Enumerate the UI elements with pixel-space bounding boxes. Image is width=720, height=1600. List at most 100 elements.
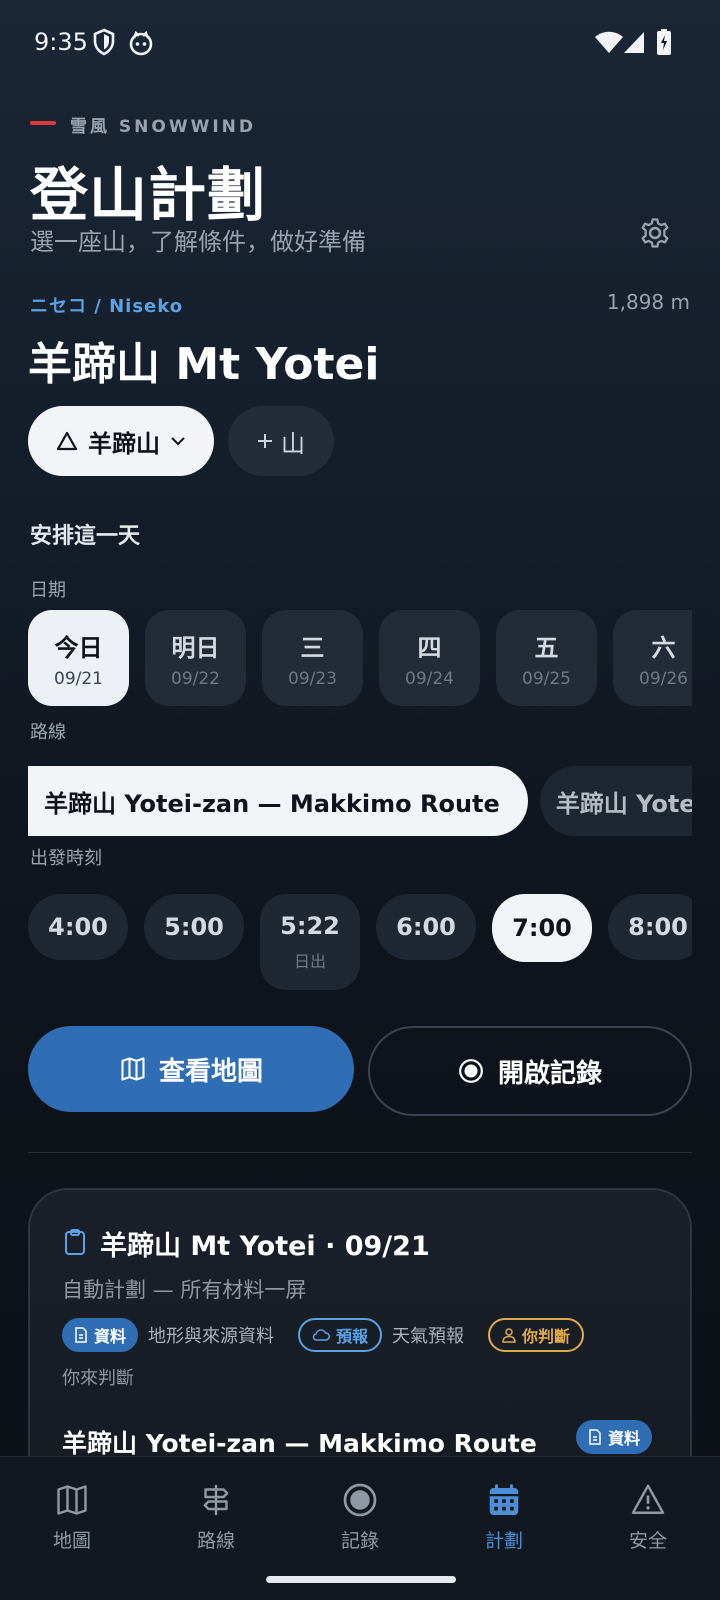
nav-label: 計劃: [484, 1530, 523, 1552]
legend-forecast-text: 天氣預報: [392, 1326, 465, 1347]
date-value: 09/26: [639, 668, 688, 689]
date-chip[interactable]: 六 09/26: [613, 610, 692, 706]
route-chip[interactable]: 羊蹄山 Yotei-zan — Makkimo Route: [28, 766, 528, 836]
signal-icon: [624, 32, 644, 53]
date-day: 五: [534, 633, 559, 662]
date-value: 09/25: [522, 668, 571, 689]
departure-label: 出發時刻: [30, 848, 102, 869]
time-chip[interactable]: 7:00: [492, 894, 592, 962]
forecast-badge: 預報: [298, 1318, 383, 1352]
nav-label: 記錄: [340, 1530, 379, 1552]
settings-button[interactable]: [622, 200, 688, 266]
nav-label: 路線: [196, 1530, 235, 1552]
route-badge-label: 資料: [608, 1429, 641, 1448]
mountain-triangle-icon: [56, 431, 78, 451]
date-chip[interactable]: 今日 09/21: [28, 610, 129, 706]
nav-label: 地圖: [52, 1530, 91, 1552]
route-data-badge: 資料: [576, 1420, 653, 1454]
battery-charging-icon: [657, 29, 671, 55]
person-icon: [502, 1328, 516, 1343]
plan-card-route-title: 羊蹄山 Yotei-zan — Makkimo Route: [62, 1429, 537, 1458]
date-selector: 今日 09/21 明日 09/22 三 09/23 四 09/24 五 09/2…: [28, 610, 692, 708]
map-icon: [121, 1057, 145, 1081]
route-selector: 羊蹄山 Yotei-zan — Makkimo Route 羊蹄山 Yotei-…: [28, 766, 692, 836]
time-chip[interactable]: 5:22 日出: [260, 894, 360, 990]
record-icon: [459, 1059, 483, 1083]
departure-time-selector: 4:00 5:00 5:22 日出 6:00 7:00 8:00: [28, 894, 692, 994]
nav-item-map[interactable]: 地圖: [0, 1482, 144, 1553]
date-label: 日期: [30, 580, 66, 601]
section-title: 安排這一天: [30, 524, 141, 549]
gear-icon: [641, 218, 669, 248]
judge-badge-label: 你判斷: [522, 1327, 571, 1346]
data-badge-label: 資料: [94, 1327, 127, 1346]
legend-data-text: 地形與來源資料: [148, 1326, 275, 1347]
record-icon: [343, 1483, 377, 1517]
mountain-selector[interactable]: 羊蹄山: [28, 406, 214, 476]
cloud-icon: [312, 1329, 331, 1341]
elevation-value: 1,898 m: [606, 290, 690, 314]
time-chip[interactable]: 6:00: [376, 894, 476, 960]
route-chip[interactable]: 羊蹄山 Yotei-zan — Hirafu Route: [539, 766, 692, 836]
page-title: 登山計劃: [30, 161, 267, 229]
brand-accent-bar: [30, 121, 56, 125]
nav-item-record[interactable]: 記錄: [288, 1482, 432, 1553]
view-map-label: 查看地圖: [158, 1056, 263, 1087]
document-icon: [589, 1429, 601, 1445]
status-time: 9:35: [34, 28, 88, 56]
time-value: 8:00: [628, 913, 688, 941]
time-value: 5:22: [280, 912, 340, 940]
start-record-label: 開啟記錄: [497, 1058, 602, 1089]
nav-item-safety[interactable]: 安全: [576, 1482, 720, 1553]
judge-badge: 你判斷: [488, 1318, 585, 1352]
clipboard-icon: [65, 1229, 85, 1255]
home-indicator[interactable]: [266, 1576, 456, 1583]
region-label: ニセコ / Niseko: [30, 296, 184, 317]
sunrise-label: 日出: [293, 952, 326, 971]
add-mountain-button[interactable]: 山: [228, 406, 334, 476]
nav-item-route[interactable]: 路線: [144, 1482, 288, 1553]
date-value: 09/23: [288, 668, 337, 689]
date-chip[interactable]: 明日 09/22: [145, 610, 246, 706]
view-map-button[interactable]: 查看地圖: [28, 1026, 354, 1112]
plan-card-subtitle: 自動計劃 — 所有材料一屏: [62, 1278, 307, 1302]
calendar-icon: [489, 1484, 519, 1515]
brand-label: 雪風 SNOWWIND: [70, 117, 257, 137]
date-day: 明日: [171, 633, 220, 662]
mountain-name: 羊蹄山 Mt Yotei: [28, 339, 380, 390]
document-icon: [75, 1327, 87, 1343]
shield-icon: [93, 28, 115, 56]
forecast-badge-label: 預報: [336, 1327, 369, 1346]
page-subtitle: 選一座山，了解條件，做好準備: [30, 228, 366, 256]
time-value: 5:00: [164, 913, 224, 941]
date-chip[interactable]: 三 09/23: [262, 610, 363, 706]
date-value: 09/21: [54, 668, 103, 689]
plus-icon: [258, 434, 272, 448]
date-chip[interactable]: 五 09/25: [496, 610, 597, 706]
date-chip[interactable]: 四 09/24: [379, 610, 480, 706]
date-day: 六: [651, 633, 676, 662]
cat-icon: [129, 30, 153, 56]
nav-item-plan[interactable]: 計劃: [432, 1482, 576, 1553]
route-label: 路線: [30, 722, 66, 743]
plan-card-legend: 資料 地形與來源資料 預報 天氣預報 你判斷: [62, 1318, 585, 1352]
time-value: 7:00: [512, 914, 572, 942]
start-record-button[interactable]: 開啟記錄: [368, 1026, 692, 1116]
wifi-icon: [595, 31, 623, 53]
mountain-selector-label: 羊蹄山: [88, 429, 160, 458]
plan-card-title: 羊蹄山 Mt Yotei · 09/21: [100, 1231, 430, 1262]
date-day: 今日: [54, 633, 103, 662]
map-icon: [57, 1485, 87, 1515]
date-value: 09/22: [171, 668, 220, 689]
date-day: 三: [300, 633, 325, 662]
time-chip[interactable]: 5:00: [144, 894, 244, 960]
time-chip[interactable]: 8:00: [608, 894, 692, 960]
time-value: 6:00: [396, 913, 456, 941]
chevron-down-icon: [171, 437, 185, 446]
divider: [28, 1152, 692, 1153]
legend-judge-text: 你來判斷: [62, 1368, 134, 1389]
date-value: 09/24: [405, 668, 454, 689]
warning-icon: [631, 1484, 665, 1514]
route-icon: [203, 1485, 229, 1515]
time-chip[interactable]: 4:00: [28, 894, 128, 960]
